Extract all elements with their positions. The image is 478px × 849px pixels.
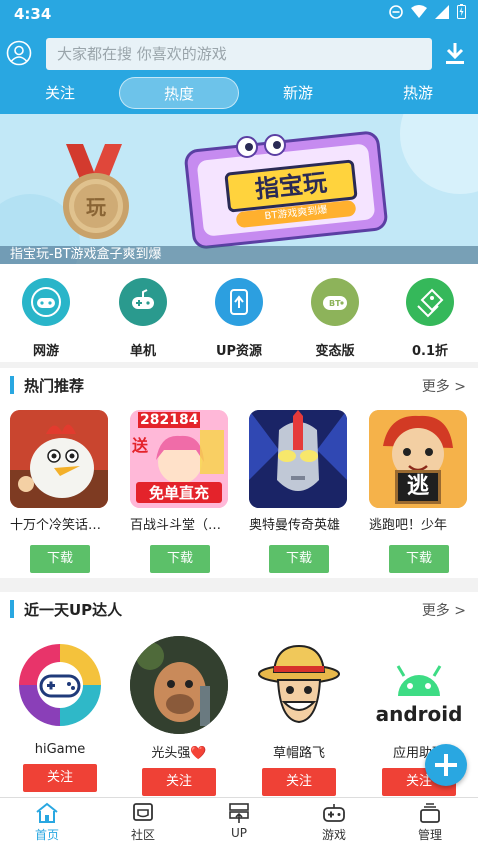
user-profile-icon[interactable]	[6, 40, 32, 66]
game-name: 十万个冷笑话…	[10, 518, 102, 533]
straw-hat-icon	[250, 636, 348, 734]
anime-girl-icon: 282184 送 免单直充	[130, 410, 228, 508]
do-not-disturb-icon	[389, 4, 403, 19]
category-label: 网游	[32, 344, 59, 359]
plus-icon	[435, 754, 457, 776]
category-label: 单机	[129, 344, 156, 359]
status-bar: 4:34	[0, 0, 478, 28]
escape-sign: 逃	[395, 470, 441, 504]
discount-tag-icon	[406, 278, 454, 326]
category-discount[interactable]: 0.1折	[395, 278, 465, 359]
up-talent-section: 近一天UP达人 更多 > hiGame 关注 光头强❤️ 关注 草帽路飞 关注 …	[0, 592, 478, 797]
up-user-card[interactable]: 草帽路飞 关注	[249, 636, 349, 796]
category-label: 变态版	[315, 344, 355, 359]
game-card[interactable]: 282184 送 免单直充 百战斗斗堂（… 下载	[130, 410, 230, 573]
android-logo-text: android	[375, 702, 463, 726]
category-modded[interactable]: BT 变态版	[300, 278, 370, 359]
up-user-name: 光头强❤️	[151, 746, 207, 761]
ultraman-icon	[249, 410, 347, 508]
add-floating-button[interactable]	[425, 744, 467, 786]
modded-games-icon: BT	[311, 278, 359, 326]
android-icon: android	[370, 636, 468, 734]
nav-label: 管理	[417, 828, 442, 842]
follow-button[interactable]: 关注	[23, 764, 97, 792]
game-name: 逃跑吧！少年	[369, 518, 448, 533]
download-button[interactable]: 下载	[150, 545, 210, 573]
sign-eyes	[236, 134, 296, 158]
follow-button[interactable]: 关注	[262, 768, 336, 796]
bottom-nav: 首页 社区 UP 游戏 管理	[0, 797, 478, 849]
nav-label: UP	[230, 826, 248, 840]
top-tabs: 关注 热度 新游 热游	[0, 76, 478, 110]
bear-character-icon	[130, 636, 228, 734]
single-player-icon	[119, 278, 167, 326]
category-row: 网游 单机 UP资源 BT 变态版 0.1折	[0, 264, 478, 362]
promo-gift-text: 送	[132, 436, 149, 455]
nav-label: 游戏	[321, 828, 346, 842]
gamepad-logo-icon	[11, 636, 109, 734]
download-button[interactable]: 下载	[389, 545, 449, 573]
promo-banner[interactable]: 玩 玩 指宝玩 BT游戏爽到爆 指宝玩-BT游戏盒子爽到爆	[0, 114, 478, 264]
home-icon	[36, 802, 58, 823]
download-button[interactable]: 下载	[30, 545, 90, 573]
tab-follow[interactable]: 关注	[0, 77, 120, 109]
search-input[interactable]: 大家都在搜 你喜欢的游戏	[46, 38, 432, 70]
tab-new-games[interactable]: 新游	[238, 77, 358, 109]
nav-up[interactable]: UP	[199, 802, 279, 840]
game-card[interactable]: 逃 逃跑吧！少年 下载	[369, 410, 469, 573]
nav-home[interactable]: 首页	[7, 802, 87, 843]
tab-popular[interactable]: 热度	[119, 77, 239, 109]
cartoon-boy-icon: 逃	[369, 410, 467, 508]
signal-icon	[435, 4, 449, 19]
follow-button[interactable]: 关注	[142, 768, 216, 796]
wifi-icon	[411, 4, 427, 18]
svg-text:BT: BT	[329, 299, 341, 308]
nav-games[interactable]: 游戏	[294, 802, 374, 843]
category-single-player[interactable]: 单机	[108, 278, 178, 359]
nav-manage[interactable]: 管理	[390, 802, 470, 843]
online-games-icon	[22, 278, 70, 326]
gamepad-icon	[323, 804, 345, 822]
download-button[interactable]: 下载	[269, 545, 329, 573]
up-user-name: 草帽路飞	[272, 746, 325, 761]
community-icon	[133, 803, 153, 821]
nav-label: 社区	[130, 828, 155, 842]
nav-community[interactable]: 社区	[103, 802, 183, 843]
category-label: 0.1折	[411, 344, 449, 359]
manage-icon	[420, 803, 440, 823]
game-name: 奥特曼传奇英雄	[249, 518, 341, 533]
battery-icon	[457, 4, 466, 19]
more-link[interactable]: 更多 >	[422, 376, 466, 396]
section-accent-bar	[10, 600, 14, 618]
up-user-name: hiGame	[34, 742, 86, 757]
medal-glyph: 玩	[86, 195, 106, 219]
section-header: 近一天UP达人 更多 >	[0, 592, 478, 628]
upload-icon	[229, 803, 249, 823]
game-card[interactable]: 奥特曼传奇英雄 下载	[249, 410, 349, 573]
category-up-resources[interactable]: UP资源	[204, 278, 274, 359]
tab-hot-games[interactable]: 热游	[358, 77, 478, 109]
section-accent-bar	[10, 376, 14, 394]
nav-label: 首页	[34, 828, 59, 842]
category-label: UP资源	[215, 344, 263, 359]
cartoon-chicken-icon	[10, 410, 108, 508]
category-online-games[interactable]: 网游	[11, 278, 81, 359]
hot-recommend-section: 热门推荐 更多 > 十万个冷笑话… 下载 282184 送 免单直充 百战斗斗堂…	[0, 368, 478, 578]
more-link[interactable]: 更多 >	[422, 600, 466, 620]
up-user-card[interactable]: 光头强❤️ 关注	[129, 636, 229, 796]
status-time: 4:34	[14, 5, 52, 23]
game-name: 百战斗斗堂（…	[130, 518, 222, 533]
promo-number-text: 282184	[138, 412, 201, 428]
status-icons	[389, 4, 466, 19]
promo-free-text: 免单直充	[136, 482, 222, 503]
banner-caption: 指宝玩-BT游戏盒子爽到爆	[10, 247, 162, 262]
game-card[interactable]: 十万个冷笑话… 下载	[10, 410, 110, 573]
up-user-card[interactable]: hiGame 关注	[10, 636, 110, 792]
download-icon[interactable]	[443, 40, 467, 66]
section-title: 近一天UP达人	[24, 601, 123, 619]
header: 大家都在搜 你喜欢的游戏 关注 热度 新游 热游	[0, 28, 478, 114]
up-resources-icon	[215, 278, 263, 326]
section-header: 热门推荐 更多 >	[0, 368, 478, 404]
section-title: 热门推荐	[24, 377, 85, 395]
